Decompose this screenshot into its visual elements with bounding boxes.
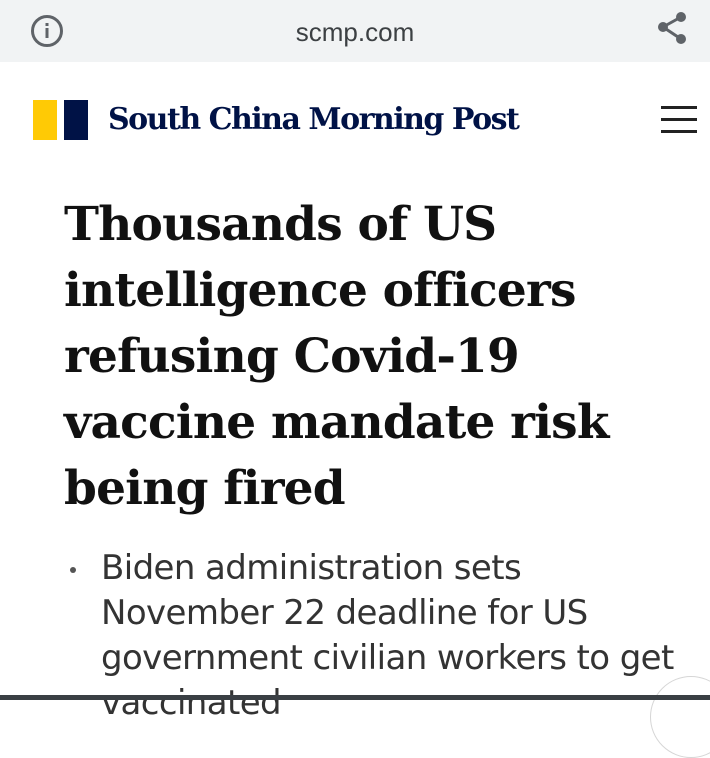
logo-yellow-block bbox=[33, 100, 57, 140]
scmp-logo-icon[interactable] bbox=[33, 100, 88, 140]
site-header: South China Morning Post bbox=[0, 62, 710, 180]
article-headline: Thousands of US intelligence officers re… bbox=[64, 197, 609, 516]
bullet-dot-icon bbox=[70, 567, 76, 573]
url-text[interactable]: scmp.com bbox=[0, 16, 710, 48]
hamburger-menu-icon[interactable] bbox=[661, 106, 697, 134]
site-logo-text[interactable]: South China Morning Post bbox=[108, 100, 520, 140]
logo-navy-block bbox=[64, 100, 88, 140]
share-icon[interactable] bbox=[655, 11, 689, 45]
bottom-navigation-edge bbox=[0, 695, 710, 700]
browser-url-bar[interactable]: scmp.com bbox=[0, 0, 710, 62]
